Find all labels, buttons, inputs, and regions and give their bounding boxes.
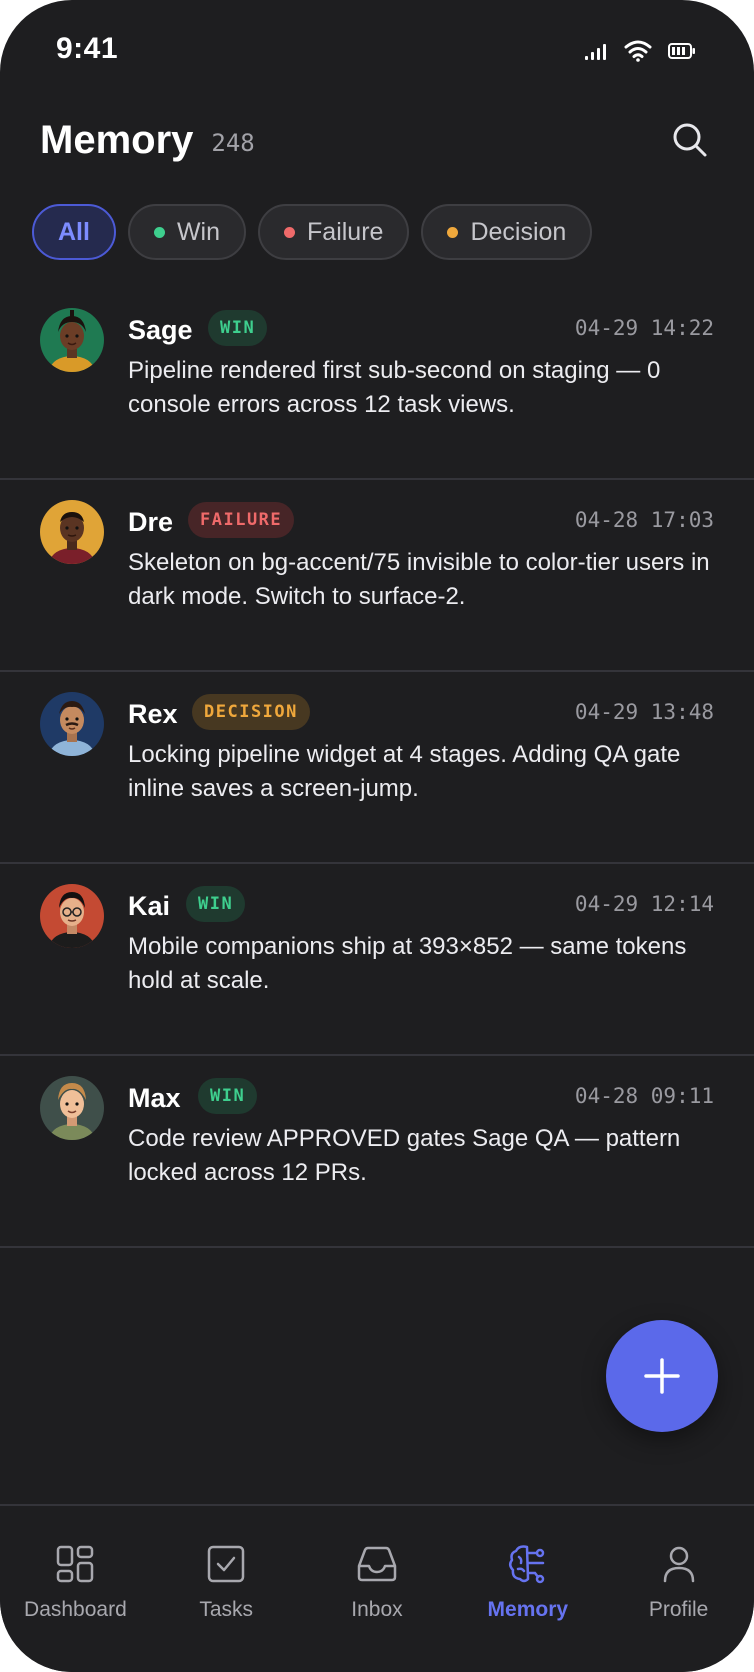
entry-text: Locking pipeline widget at 4 stages. Add… xyxy=(128,741,681,802)
entry-author: Max xyxy=(128,1083,181,1113)
dashboard-icon xyxy=(53,1542,97,1586)
entry-text: Skeleton on bg-accent/75 invisible to co… xyxy=(128,549,710,610)
filter-label: All xyxy=(58,217,90,246)
battery-icon xyxy=(668,42,696,60)
nav-profile[interactable]: Profile xyxy=(603,1506,754,1672)
profile-icon xyxy=(657,1542,701,1586)
decision-dot-icon xyxy=(447,226,459,238)
signal-icon xyxy=(584,42,608,60)
entry-timestamp: 04-29 14:22 xyxy=(574,316,714,340)
entry-timestamp: 04-29 12:14 xyxy=(574,892,714,916)
nav-label: Inbox xyxy=(351,1598,403,1621)
avatar-dre xyxy=(40,500,104,564)
tasks-icon xyxy=(204,1542,248,1586)
filter-label: Win xyxy=(176,217,221,246)
status-badge-win: WIN xyxy=(198,1078,258,1114)
entry-author: Dre xyxy=(128,507,174,537)
entry-timestamp: 04-29 13:48 xyxy=(574,700,714,724)
search-icon xyxy=(673,123,707,157)
entry-author: Sage xyxy=(128,315,193,345)
status-badge-failure: FAILURE xyxy=(188,502,295,538)
status-time: 9:41 xyxy=(56,32,119,65)
entry-text: Pipeline rendered first sub-second on st… xyxy=(128,357,661,418)
nav-tasks[interactable]: Tasks xyxy=(151,1506,302,1672)
nav-label: Dashboard xyxy=(24,1598,127,1621)
search-button[interactable] xyxy=(666,116,714,164)
phone-screen: 9:41 Memory 248 All Win Failure Decision… xyxy=(0,0,754,1672)
avatar-kai xyxy=(40,884,104,948)
bottom-nav: Dashboard Tasks Inbox Memory Profile xyxy=(0,1504,754,1672)
filter-chips: All Win Failure Decision xyxy=(32,204,593,260)
filter-label: Decision xyxy=(470,217,567,246)
filter-label: Failure xyxy=(307,217,384,246)
entry-author: Kai xyxy=(128,891,171,921)
nav-label: Tasks xyxy=(199,1598,254,1621)
nav-memory[interactable]: Memory xyxy=(452,1506,603,1672)
filter-decision[interactable]: Decision xyxy=(421,204,593,260)
memory-entry[interactable]: Rex DECISION 04-29 13:48 Locking pipelin… xyxy=(0,672,754,864)
status-badge-decision: DECISION xyxy=(192,694,310,730)
entry-author: Rex xyxy=(128,699,178,729)
page-header: Memory 248 xyxy=(40,108,714,172)
add-memory-button[interactable] xyxy=(606,1320,718,1432)
memory-entry[interactable]: Sage WIN 04-29 14:22 Pipeline rendered f… xyxy=(0,288,754,480)
nav-dashboard[interactable]: Dashboard xyxy=(0,1506,151,1672)
memory-entry[interactable]: Kai WIN 04-29 12:14 Mobile companions sh… xyxy=(0,864,754,1056)
win-dot-icon xyxy=(153,226,165,238)
inbox-icon xyxy=(355,1542,399,1586)
nav-inbox[interactable]: Inbox xyxy=(302,1506,453,1672)
filter-failure[interactable]: Failure xyxy=(258,204,410,260)
memory-count: 248 xyxy=(211,129,255,157)
status-badge-win: WIN xyxy=(186,886,246,922)
failure-dot-icon xyxy=(284,226,296,238)
page-title: Memory xyxy=(40,117,194,162)
avatar-max xyxy=(40,1076,104,1140)
avatar-rex xyxy=(40,692,104,756)
memory-feed: Sage WIN 04-29 14:22 Pipeline rendered f… xyxy=(0,288,754,1248)
filter-all[interactable]: All xyxy=(32,204,116,260)
entry-text: Mobile companions ship at 393×852 — same… xyxy=(128,933,687,994)
entry-timestamp: 04-28 09:11 xyxy=(574,1084,714,1108)
status-icons xyxy=(584,40,696,62)
wifi-icon xyxy=(624,40,652,62)
status-bar: 9:41 xyxy=(0,0,754,100)
entry-text: Code review APPROVED gates Sage QA — pat… xyxy=(128,1125,681,1186)
filter-win[interactable]: Win xyxy=(127,204,247,260)
nav-label: Memory xyxy=(487,1598,569,1621)
nav-label: Profile xyxy=(648,1598,709,1621)
avatar-sage xyxy=(40,308,104,372)
memory-entry[interactable]: Dre FAILURE 04-28 17:03 Skeleton on bg-a… xyxy=(0,480,754,672)
brain-icon xyxy=(506,1542,550,1586)
status-badge-win: WIN xyxy=(208,310,268,346)
entry-timestamp: 04-28 17:03 xyxy=(574,508,714,532)
plus-icon xyxy=(644,1358,680,1394)
memory-entry[interactable]: Max WIN 04-28 09:11 Code review APPROVED… xyxy=(0,1056,754,1248)
